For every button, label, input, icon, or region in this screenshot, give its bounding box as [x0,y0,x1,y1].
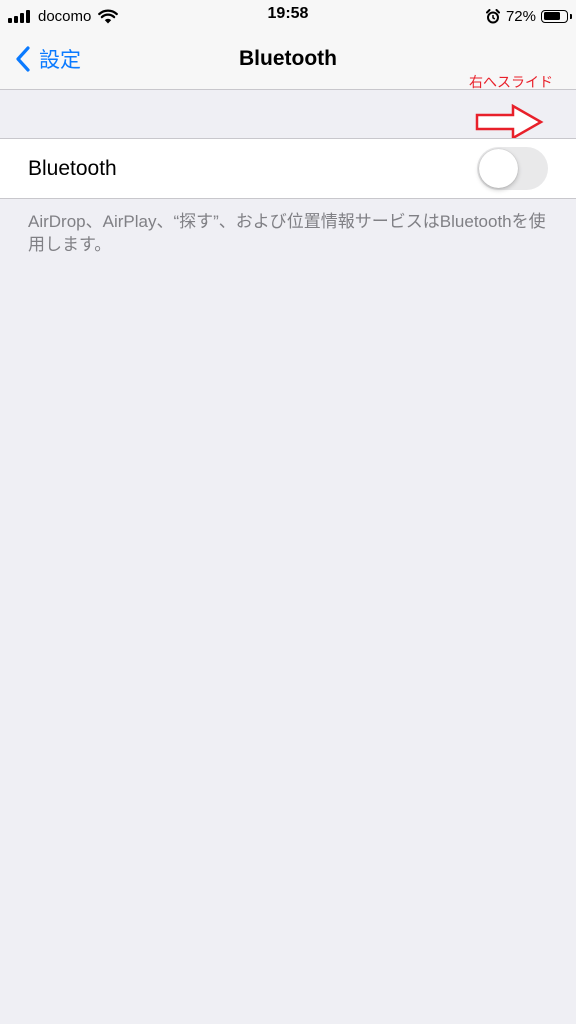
slide-right-annotation: 右へスライド [469,74,553,90]
status-right: 72% [485,6,572,26]
battery-icon [541,9,572,23]
bluetooth-toggle[interactable] [477,147,548,190]
bluetooth-row: Bluetooth [0,138,576,199]
toggle-knob [479,149,518,188]
page-title: Bluetooth [239,47,337,70]
alarm-icon [485,8,500,23]
bluetooth-description: AirDrop、AirPlay、“探す”、および位置情報サービスはBluetoo… [28,212,546,254]
battery-percent: 72% [505,7,536,25]
bluetooth-label: Bluetooth [28,157,117,180]
status-bar: docomo 19:58 72% [0,0,576,30]
arrow-right-icon [475,104,544,140]
